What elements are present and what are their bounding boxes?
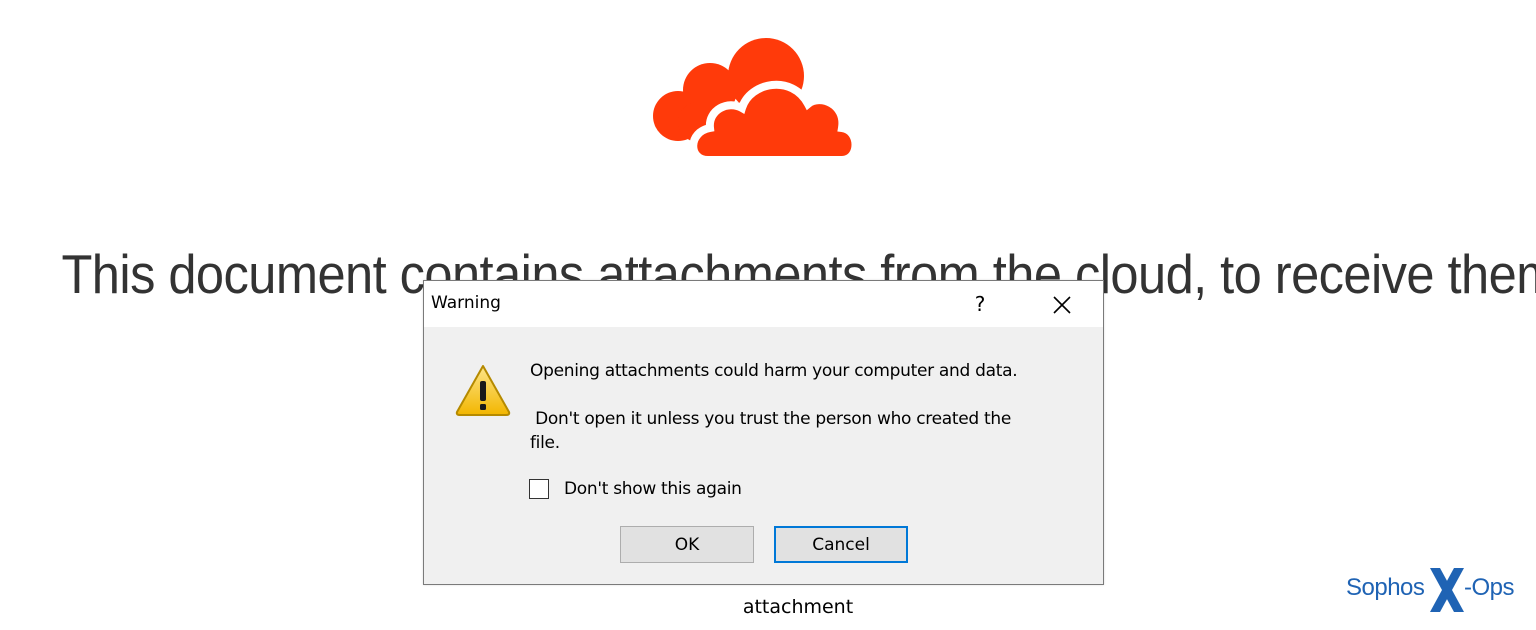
cancel-button[interactable]: Cancel — [774, 526, 908, 563]
brand-name-right: -Ops — [1464, 574, 1515, 601]
message-primary: Opening attachments could harm your comp… — [530, 361, 1018, 381]
cloud-logo-icon — [653, 38, 860, 164]
warning-dialog: Warning ? Opening attachments could harm… — [423, 280, 1104, 585]
warning-icon — [455, 365, 511, 416]
dont-show-again-row[interactable]: Don't show this again — [529, 477, 742, 501]
close-icon — [1053, 295, 1071, 314]
caption: attachment — [742, 596, 854, 618]
dont-show-again-label[interactable]: Don't show this again — [564, 479, 742, 499]
message-secondary: Don't open it unless you trust the perso… — [530, 409, 1012, 453]
ok-button[interactable]: OK — [620, 526, 754, 563]
dialog-titlebar[interactable]: Warning ? — [424, 281, 1103, 327]
page: This document contains attachments from … — [0, 0, 1536, 630]
close-button[interactable] — [1040, 288, 1084, 320]
help-button[interactable]: ? — [960, 289, 1000, 319]
brand-name-left: Sophos — [1346, 574, 1425, 601]
dialog-title: Warning — [431, 293, 501, 313]
brand-logo: Sophos -Ops — [1346, 566, 1536, 616]
dont-show-again-checkbox[interactable] — [529, 479, 549, 499]
brand-x-icon — [1430, 568, 1464, 612]
